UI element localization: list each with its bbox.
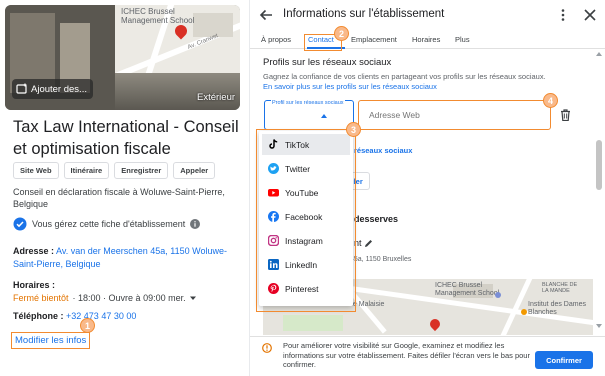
more-vert-icon[interactable] — [560, 8, 566, 22]
confirm-notice: Pour améliorer votre visibilité sur Goog… — [283, 341, 530, 369]
action-chips: Site Web Itinéraire Enregistrer Appeler — [13, 162, 216, 179]
website-button[interactable]: Site Web — [13, 162, 59, 179]
hours-status: Fermé bientôt — [13, 293, 69, 303]
phone-label: Téléphone : — [13, 311, 64, 321]
service-areas-title: desserves — [354, 214, 399, 224]
phone-row: Téléphone : +32 473 47 30 00 — [13, 311, 136, 321]
add-photos-button[interactable]: Ajouter des... — [12, 79, 93, 99]
modify-info-link[interactable]: Modifier les infos — [11, 332, 91, 349]
editor-title: Informations sur l'établissement — [283, 8, 445, 20]
caret-down-icon[interactable] — [189, 295, 196, 301]
section-title: Profils sur les réseaux sociaux — [263, 57, 392, 68]
business-description: Conseil en déclaration fiscale à Woluwe-… — [13, 187, 225, 209]
confirm-button[interactable]: Confirmer — [535, 351, 593, 369]
tab-hours[interactable]: Horaires — [412, 35, 440, 44]
pencil-icon[interactable] — [364, 239, 373, 248]
confirm-bar: Pour améliorer votre visibilité sur Goog… — [250, 336, 605, 376]
caret-up-icon — [321, 114, 327, 118]
business-name: Tax Law International - Conseil et optim… — [13, 118, 239, 158]
map-street-label: BLANCHE DE LA MANDE — [542, 282, 578, 294]
hours-label: Horaires : — [13, 280, 56, 290]
school-marker-icon — [495, 292, 501, 298]
annotation-badge-3: 3 — [346, 122, 361, 137]
directions-button[interactable]: Itinéraire — [63, 162, 110, 179]
save-button[interactable]: Enregistrer — [114, 162, 169, 179]
add-photo-icon — [16, 83, 27, 94]
tab-location[interactable]: Emplacement — [351, 35, 397, 44]
scroll-up-icon[interactable] — [596, 51, 602, 56]
verified-badge-icon — [13, 217, 27, 231]
map-poi-label: Institut des Dames Blanches — [528, 301, 586, 316]
managed-notice: Vous gérez cette fiche d'établissement — [13, 217, 201, 231]
web-address-input[interactable] — [358, 100, 551, 130]
managed-text: Vous gérez cette fiche d'établissement — [32, 219, 186, 229]
address-row: Adresse : Av. van der Meerschen 45a, 115… — [13, 245, 239, 271]
map-park — [283, 315, 343, 331]
map-poi-label: ICHEC Brussel Management School — [121, 7, 195, 25]
phone-link[interactable]: +32 473 47 30 00 — [66, 311, 136, 321]
scrollbar-thumb[interactable] — [596, 140, 602, 190]
annotation-badge-4: 4 — [543, 93, 558, 108]
section-description: Gagnez la confiance de vos clients en pa… — [263, 72, 546, 81]
scroll-down-icon[interactable] — [596, 324, 602, 329]
poi-marker-icon — [521, 309, 527, 315]
annotation-badge-1: 1 — [80, 318, 95, 333]
editor-header: Informations sur l'établissement — [250, 0, 605, 30]
business-profile-panel: ICHEC Brussel Management School Av. Cran… — [0, 0, 243, 376]
info-icon[interactable] — [190, 219, 201, 229]
add-social-profile-link[interactable]: réseaux sociaux — [354, 146, 412, 155]
learn-more-link[interactable]: En savoir plus sur les profils sur les r… — [263, 82, 437, 91]
add-photos-label: Ajouter des... — [31, 83, 87, 95]
annotation-box-3 — [256, 129, 356, 312]
social-profile-select[interactable]: Profil sur les réseaux sociaux — [264, 100, 354, 130]
map-pin-icon — [427, 316, 443, 332]
service-areas-row[interactable]: nt — [354, 238, 373, 248]
close-icon[interactable] — [584, 9, 596, 21]
map-thumbnail[interactable]: ICHEC Brussel Management School Av. Cran… — [115, 5, 240, 73]
exterior-label[interactable]: Extérieur — [197, 92, 235, 103]
back-arrow-icon[interactable] — [259, 8, 273, 22]
call-button[interactable]: Appeler — [173, 162, 216, 179]
tab-about[interactable]: À propos — [261, 35, 291, 44]
service-areas-address: 45a, 1150 Bruxelles — [350, 256, 412, 263]
hours-detail: · 18:00 · Ouvre à 09:00 mer. — [72, 293, 186, 303]
hours-row[interactable]: Fermé bientôt · 18:00 · Ouvre à 09:00 me… — [13, 293, 196, 303]
tab-more[interactable]: Plus — [455, 35, 470, 44]
select-label: Profil sur les réseaux sociaux — [271, 100, 345, 106]
annotation-badge-2: 2 — [334, 26, 349, 41]
info-outline-icon — [262, 343, 272, 353]
address-label: Adresse : — [13, 246, 55, 256]
trash-icon[interactable] — [560, 109, 571, 121]
map-pin-icon — [172, 22, 190, 40]
